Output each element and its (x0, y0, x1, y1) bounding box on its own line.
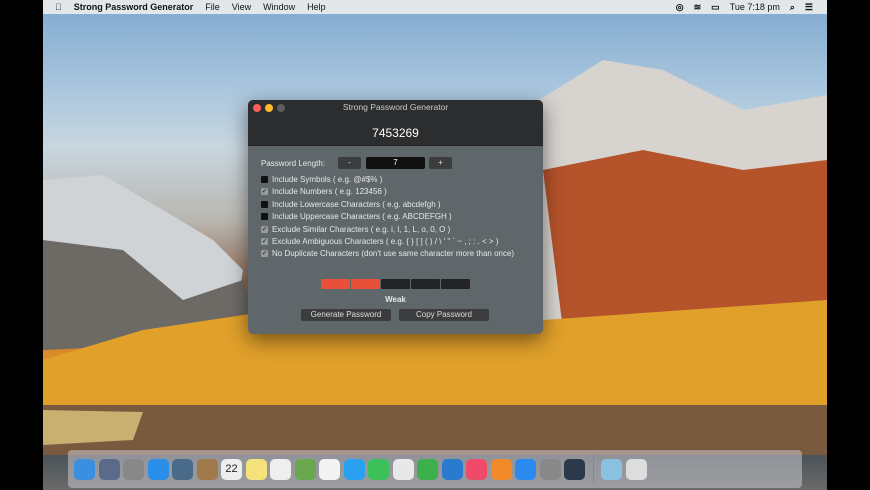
dock-photos-icon[interactable] (319, 458, 340, 480)
dock-keynote-icon[interactable] (441, 458, 463, 480)
generate-password-button[interactable]: Generate Password (301, 309, 391, 321)
dock: 22 (68, 450, 802, 488)
strength-meter (321, 279, 470, 289)
notification-center-icon[interactable]: ☰ (805, 2, 813, 13)
menu-file[interactable]: File (205, 2, 220, 12)
dock-messages-icon[interactable] (343, 458, 365, 480)
option-row[interactable]: ✓ Include Numbers ( e.g. 123456 ) (261, 187, 387, 196)
copy-password-button[interactable]: Copy Password (399, 309, 489, 321)
decrease-length-button[interactable]: - (338, 157, 361, 169)
increase-length-button[interactable]: + (429, 157, 452, 169)
strength-segment (321, 279, 350, 289)
menu-app-name[interactable]: Strong Password Generator (74, 2, 194, 12)
dock-itunes-icon[interactable] (466, 458, 487, 480)
length-field[interactable]: 7 (366, 157, 425, 169)
dock-password-generator-icon[interactable] (564, 458, 585, 480)
spotlight-icon[interactable]: ⌕ (790, 2, 795, 13)
option-checkbox[interactable] (261, 200, 268, 208)
option-row[interactable]: ✓ Exclude Similar Characters ( e.g. i, l,… (261, 225, 450, 234)
strength-segment (381, 279, 410, 289)
strength-segment (411, 279, 440, 289)
length-label: Password Length: (261, 159, 326, 168)
dock-launchpad-icon[interactable] (123, 458, 144, 480)
window-title: Strong Password Generator (342, 102, 449, 112)
strength-segment (441, 279, 470, 289)
option-label: No Duplicate Characters (don't use same … (272, 249, 515, 259)
option-label: Exclude Similar Characters ( e.g. i, l, … (272, 224, 451, 234)
option-label: Include Uppercase Characters ( e.g. ABCD… (272, 212, 452, 222)
dock-reminders-icon[interactable] (270, 458, 291, 480)
option-label: Include Numbers ( e.g. 123456 ) (272, 187, 387, 197)
app-window: Strong Password Generator 7453269 Passwo… (248, 100, 543, 334)
clock[interactable]: Tue 7:18 pm (730, 2, 780, 12)
option-row[interactable]: ✓ Exclude Ambiguous Characters ( e.g. { }… (261, 237, 498, 246)
dock-stickies-icon[interactable] (245, 458, 267, 480)
option-row[interactable]: Include Uppercase Characters ( e.g. ABCD… (261, 212, 452, 221)
dock-system-preferences-icon[interactable] (539, 458, 561, 480)
dock-ibooks-icon[interactable] (490, 458, 512, 480)
option-checkbox[interactable]: ✓ (261, 250, 268, 258)
option-checkbox[interactable]: ✓ (261, 188, 268, 196)
option-row[interactable]: ✓ No Duplicate Characters (don't use same… (261, 249, 514, 258)
menu-bar:  Strong Password Generator File View Wi… (43, 0, 827, 14)
option-label: Exclude Ambiguous Characters ( e.g. { } … (272, 237, 499, 246)
option-checkbox[interactable] (261, 213, 268, 221)
strength-label: Weak (385, 295, 406, 304)
menu-window[interactable]: Window (263, 2, 295, 12)
dock-downloads-folder-icon[interactable] (601, 458, 622, 480)
desktop:  Strong Password Generator File View Wi… (43, 0, 827, 490)
option-checkbox[interactable]: ✓ (261, 238, 268, 245)
dock-finder-icon[interactable] (74, 458, 95, 480)
status-icon[interactable]: ◎ (676, 2, 684, 13)
dock-maps-icon[interactable] (294, 458, 316, 480)
dock-numbers-icon[interactable] (417, 458, 438, 480)
menu-view[interactable]: View (232, 2, 251, 12)
strength-segment (351, 279, 380, 289)
option-checkbox[interactable]: ✓ (261, 225, 268, 233)
title-bar: Strong Password Generator 7453269 (248, 100, 543, 146)
dock-trash-icon[interactable] (625, 458, 647, 480)
menu-help[interactable]: Help (307, 2, 326, 12)
dock-facetime-icon[interactable] (368, 458, 389, 480)
option-checkbox[interactable] (261, 176, 268, 183)
dock-pages-icon[interactable] (392, 458, 414, 480)
option-label: Include Lowercase Characters ( e.g. abcd… (272, 199, 441, 209)
apple-menu-icon[interactable]:  (55, 2, 62, 12)
generated-password: 7453269 (372, 126, 419, 140)
option-row[interactable]: Include Symbols ( e.g. @#$% ) (261, 175, 382, 184)
battery-icon[interactable]: ▭ (711, 2, 720, 13)
dock-notes-book-icon[interactable] (196, 458, 218, 480)
dock-mail-photo-icon[interactable] (172, 458, 193, 480)
option-row[interactable]: Include Lowercase Characters ( e.g. abcd… (261, 200, 441, 209)
dock-safari-icon[interactable] (147, 458, 169, 480)
option-label: Include Symbols ( e.g. @#$% ) (272, 175, 383, 184)
dock-app-store-icon[interactable] (515, 458, 536, 480)
dock-siri-icon[interactable] (98, 458, 120, 480)
dock-calendar-icon[interactable]: 22 (221, 458, 242, 480)
dock-separator (592, 455, 594, 483)
wifi-icon[interactable]: ≋ (694, 2, 702, 13)
